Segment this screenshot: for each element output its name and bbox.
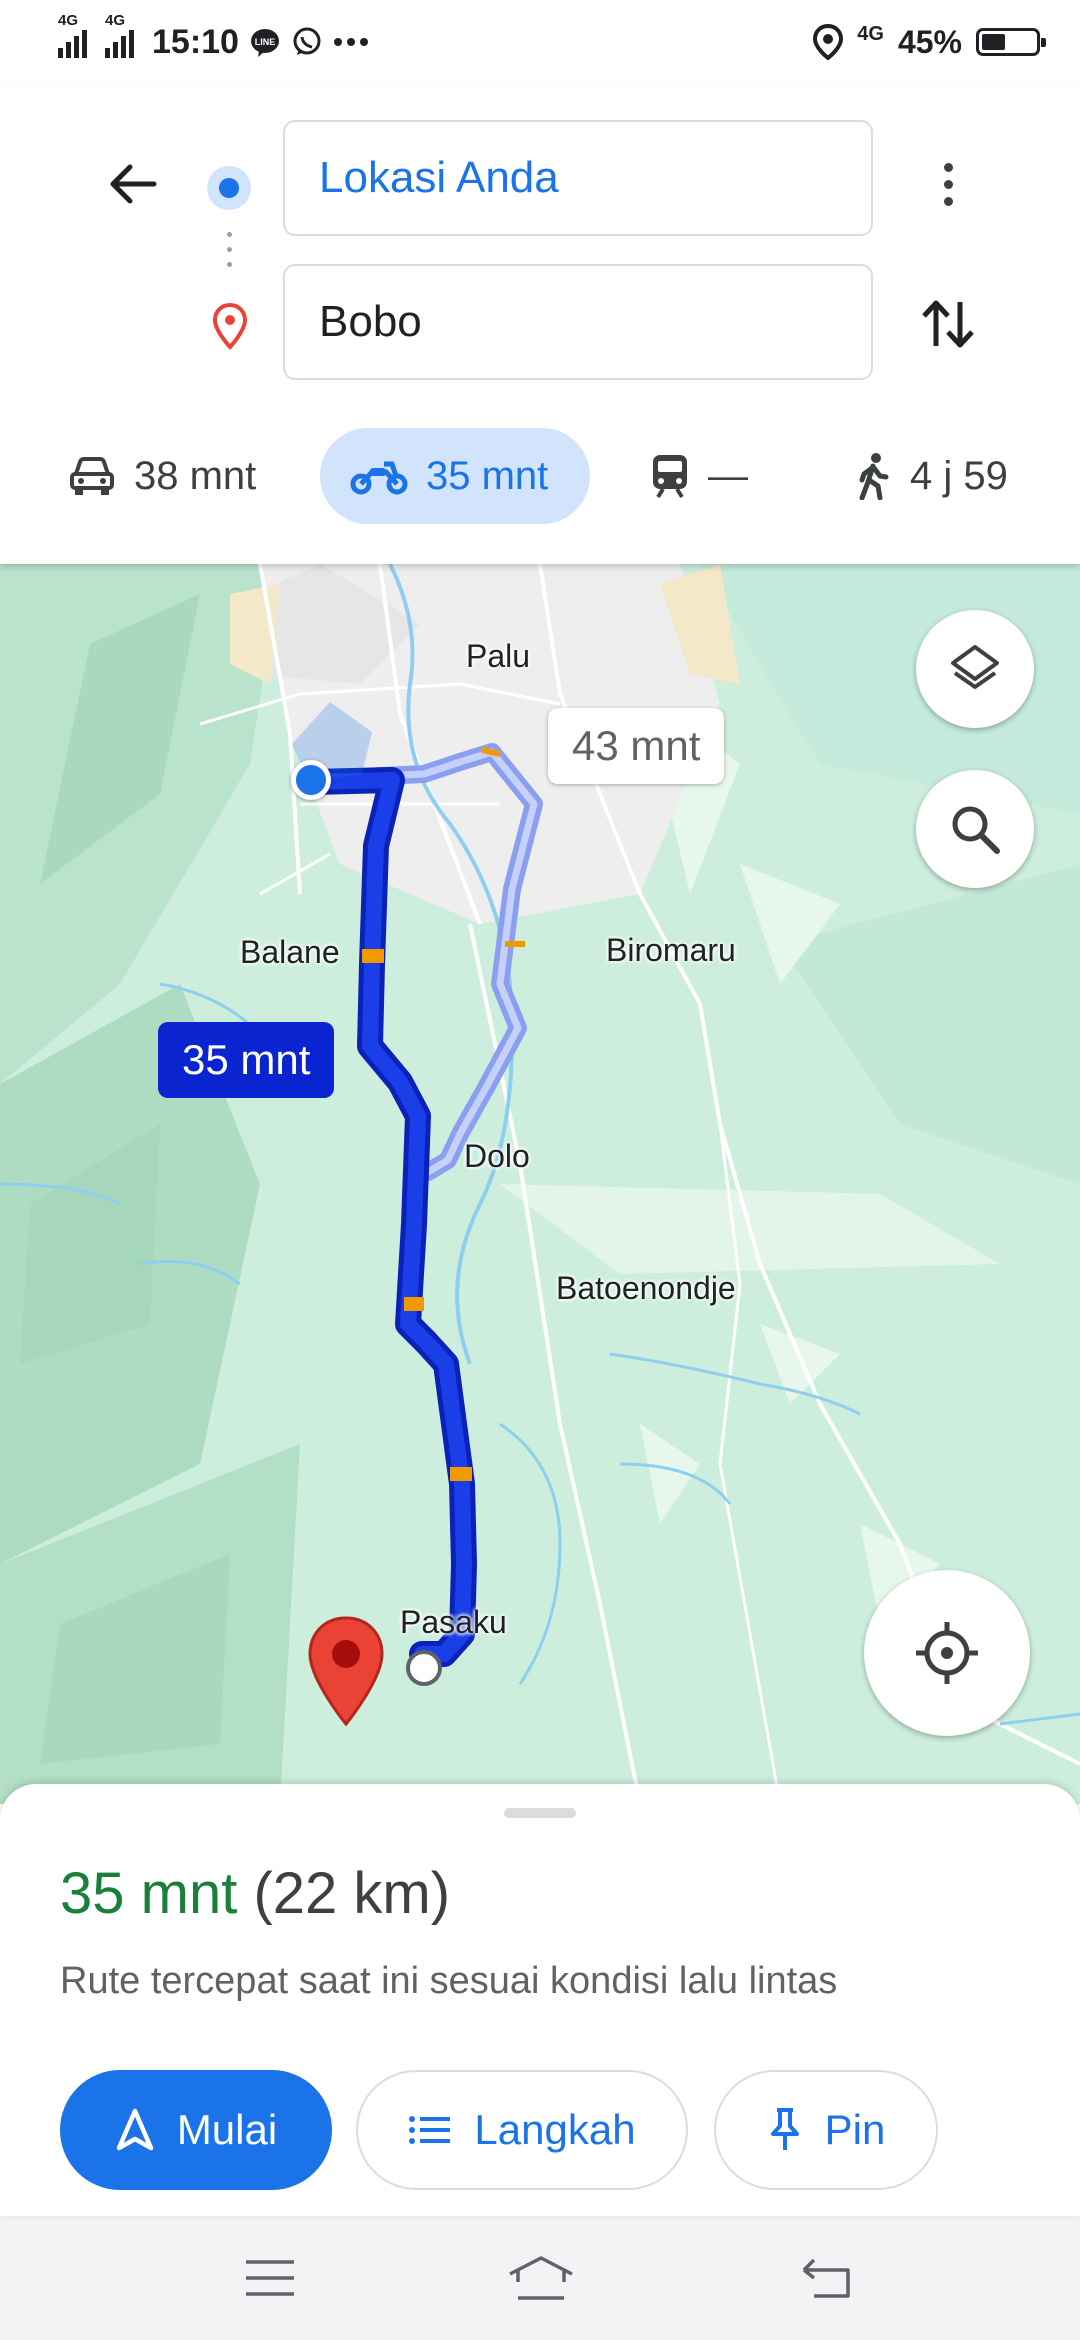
whatsapp-icon	[293, 27, 321, 55]
more-notifications-icon	[333, 38, 368, 46]
route-distance: (22 km)	[253, 1861, 451, 1926]
crosshair-location-icon	[916, 1622, 978, 1684]
selected-route-label[interactable]: 35 mnt	[158, 1022, 335, 1098]
route-end-dot-icon	[406, 1650, 442, 1686]
battery-icon	[976, 28, 1046, 56]
destination-pin-icon	[212, 302, 248, 350]
route-summary-sheet: 35 mnt (22 km) Rute tercepat saat ini se…	[0, 1784, 1080, 2216]
motorcycle-icon	[350, 461, 408, 495]
directions-header: Lokasi Anda Bobo 38 mnt 35 mnt — 4 j 59	[0, 84, 1080, 564]
start-button[interactable]: Mulai	[60, 2070, 332, 2190]
place-label-biromaru: Biromaru	[606, 932, 736, 968]
destination-field[interactable]: Bobo	[283, 264, 873, 380]
mode-car-label: 38 mnt	[134, 453, 257, 498]
back-nav-button[interactable]	[796, 2250, 856, 2306]
start-button-label: Mulai	[176, 2106, 278, 2153]
list-icon	[409, 2116, 451, 2144]
pin-icon	[770, 2108, 799, 2150]
walk-icon	[859, 453, 889, 500]
mode-motorcycle-tab[interactable]: 35 mnt	[320, 428, 590, 524]
status-bar: 4G 4G 15:10 LINE 4G 45%	[0, 0, 1080, 84]
pin-button-label: Pin	[824, 2106, 886, 2153]
network-type: 4G	[857, 22, 884, 45]
more-options-button[interactable]	[920, 152, 976, 216]
car-icon	[70, 457, 114, 495]
line-icon: LINE	[250, 29, 279, 57]
my-location-button[interactable]	[864, 1570, 1030, 1736]
place-label-dolo: Dolo	[464, 1138, 530, 1174]
route-duration: 35 mnt	[60, 1861, 238, 1926]
mode-car-tab[interactable]: 38 mnt	[68, 428, 256, 524]
back-nav-icon	[802, 2258, 850, 2298]
mode-walk-label: 4 j 59	[910, 453, 1008, 498]
current-location-dot-icon	[291, 760, 331, 800]
origin-field[interactable]: Lokasi Anda	[283, 120, 873, 236]
search-icon	[952, 806, 1000, 854]
clock: 15:10	[152, 22, 239, 61]
mode-transit-tab[interactable]: —	[650, 428, 748, 524]
mode-motorcycle-label: 35 mnt	[426, 453, 549, 498]
location-icon	[813, 24, 844, 60]
route-summary: 35 mnt (22 km)	[60, 1860, 450, 1927]
place-label-balane: Balane	[240, 934, 340, 970]
layers-button[interactable]	[916, 610, 1034, 728]
origin-dot-icon	[207, 166, 251, 210]
signal-1-icon: 4G	[58, 12, 87, 58]
route-description: Rute tercepat saat ini sesuai kondisi la…	[60, 1960, 838, 2002]
navigation-arrow-icon	[116, 2108, 154, 2151]
alternative-route-label[interactable]: 43 mnt	[548, 708, 725, 784]
place-label-pasaku: Pasaku	[400, 1604, 507, 1640]
sheet-drag-handle[interactable]	[504, 1808, 576, 1818]
battery-percent: 45%	[897, 23, 962, 60]
place-label-batoenondje: Batoenondje	[556, 1270, 736, 1306]
steps-button-label: Langkah	[474, 2106, 636, 2153]
menu-lines-icon	[246, 2260, 294, 2296]
transit-icon	[653, 455, 687, 499]
recent-apps-button[interactable]	[240, 2250, 300, 2306]
signal-2-icon: 4G	[105, 12, 134, 58]
svg-text:LINE: LINE	[255, 37, 276, 47]
home-icon	[509, 2256, 573, 2300]
swap-icon[interactable]	[916, 292, 980, 356]
layers-icon	[951, 645, 999, 689]
home-button[interactable]	[506, 2250, 576, 2306]
system-navigation-bar	[0, 2216, 1080, 2340]
mode-walk-tab[interactable]: 4 j 59	[856, 428, 1008, 524]
map-view[interactable]: Palu Balane Biromaru Dolo Batoenondje Pa…	[0, 564, 1080, 1804]
destination-marker-icon[interactable]	[306, 1614, 386, 1728]
mode-transit-label: —	[708, 453, 748, 498]
arrow-back-icon	[110, 164, 157, 204]
back-button[interactable]	[100, 152, 164, 216]
search-along-route-button[interactable]	[916, 770, 1034, 888]
place-label-palu: Palu	[466, 638, 531, 674]
travel-mode-tabs: 38 mnt 35 mnt — 4 j 59	[0, 420, 1080, 524]
steps-button[interactable]: Langkah	[356, 2070, 688, 2190]
route-connector-dots	[227, 232, 232, 277]
pin-button[interactable]: Pin	[714, 2070, 938, 2190]
